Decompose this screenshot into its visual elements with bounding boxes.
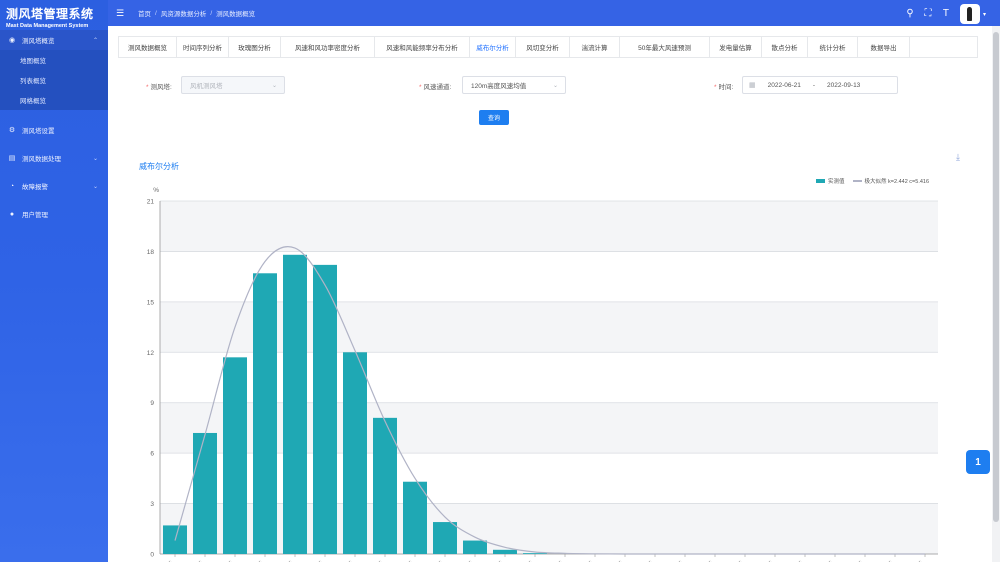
chart-bar <box>523 553 547 554</box>
y-tick-label: 6 <box>150 451 154 458</box>
y-tick-label: 12 <box>147 350 155 357</box>
y-tick-label: 18 <box>147 249 155 256</box>
app-root: 测风塔管理系统 Mast Data Management System ◉ 测风… <box>0 0 1000 562</box>
y-tick-label: 0 <box>150 552 154 559</box>
chart-bar <box>223 357 247 554</box>
y-tick-label: 21 <box>147 199 155 206</box>
chart-bar <box>343 352 367 554</box>
chart-bar <box>193 432 217 554</box>
chart-bar <box>313 264 337 554</box>
chart-bar <box>253 273 277 554</box>
chart-bar <box>433 522 457 554</box>
scrollbar-thumb[interactable] <box>993 32 999 522</box>
y-tick-label: 15 <box>147 299 155 306</box>
y-tick-label: 3 <box>150 501 154 508</box>
y-axis-label: % <box>153 187 159 194</box>
chart-bar <box>403 481 427 554</box>
chart-bar <box>283 254 307 555</box>
chart-bar <box>493 549 517 554</box>
y-tick-label: 9 <box>150 400 154 407</box>
chart-bar <box>463 540 487 554</box>
weibull-chart: 036912151821%0.51.52.53.54.55.56.57.58.5… <box>147 187 938 562</box>
floating-badge[interactable]: 1 <box>966 450 990 474</box>
grid-band <box>160 201 938 252</box>
scrollbar[interactable] <box>992 26 1000 562</box>
